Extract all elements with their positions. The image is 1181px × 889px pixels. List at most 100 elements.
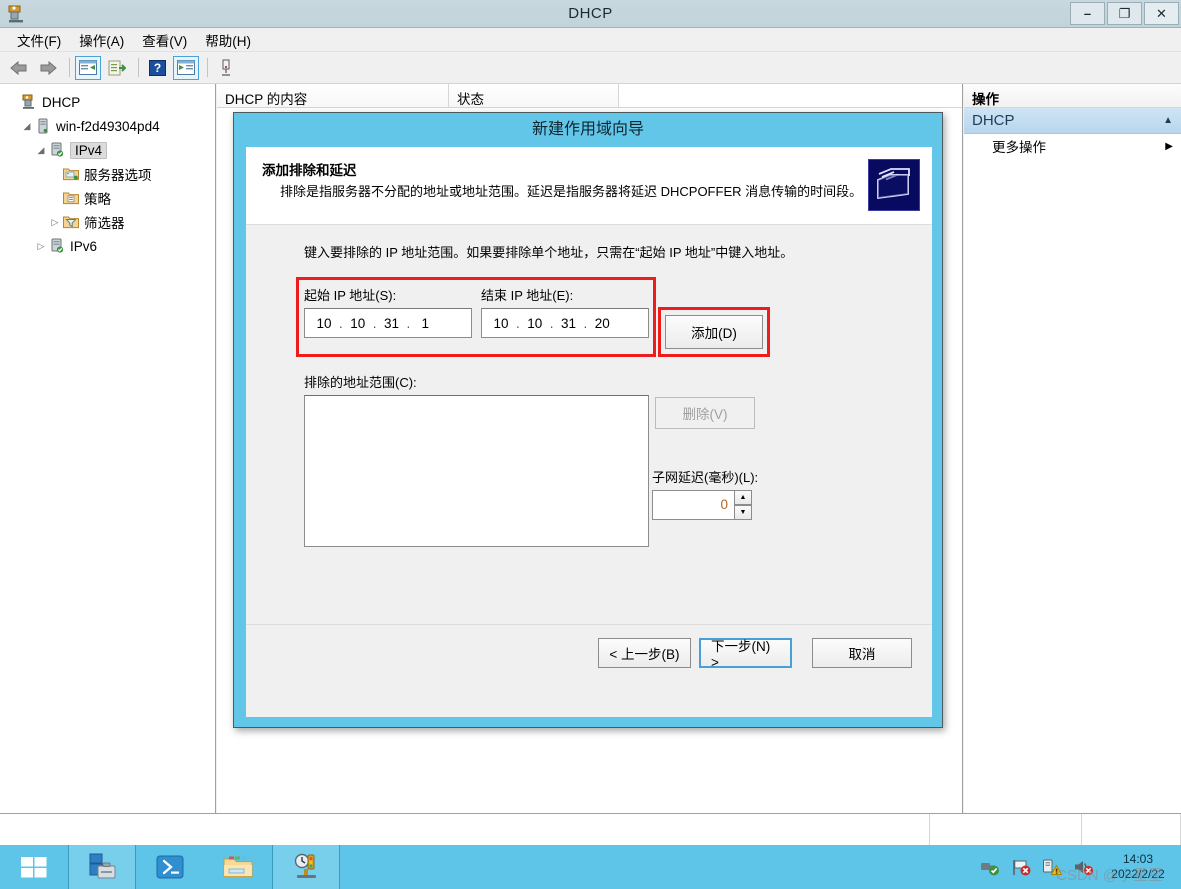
export-list-icon[interactable] [104, 56, 130, 80]
chevron-up-icon[interactable]: ▲ [1163, 115, 1173, 126]
start-ip-label: 起始 IP 地址(S): [304, 288, 397, 303]
tree-twisty[interactable]: ▷ [34, 241, 48, 252]
show-tree-icon[interactable] [75, 55, 101, 80]
taskbar-dhcp[interactable] [272, 845, 340, 889]
column-header-contents[interactable]: DHCP 的内容 [217, 84, 449, 107]
menu-view[interactable]: 查看(V) [133, 27, 196, 53]
tree-item-filters[interactable]: ▷ 筛选器 [4, 210, 215, 234]
subnet-delay-value[interactable]: 0 [652, 490, 734, 520]
taskbar-file-explorer[interactable] [204, 845, 272, 889]
start-ip-input[interactable]: 10 . 10 . 31 . 1 [304, 308, 472, 338]
tree-item-label: win-f2d49304pd4 [56, 118, 160, 134]
toolbar-separator-2 [138, 58, 139, 77]
details-column-headers: DHCP 的内容 状态 [217, 84, 962, 108]
folders-icon [868, 159, 920, 211]
ipv4-icon [48, 141, 66, 159]
start-ip-octet-3[interactable]: 31 [379, 316, 405, 331]
tree-twisty[interactable]: ▷ [48, 217, 62, 228]
menu-action[interactable]: 操作(A) [70, 27, 133, 53]
tree-item-label: 策略 [84, 192, 111, 207]
start-button[interactable] [0, 845, 68, 889]
wizard-body: 添加排除和延迟 排除是指服务器不分配的地址或地址范围。延迟是指服务器将延迟 DH… [246, 147, 932, 717]
excluded-ranges-list[interactable] [304, 395, 649, 547]
menu-file[interactable]: 文件(F) [8, 27, 70, 53]
ip-dot: . [406, 315, 411, 331]
next-button[interactable]: 下一步(N) > [699, 637, 792, 670]
server-options-icon [62, 165, 80, 183]
help-icon[interactable]: ? [144, 56, 170, 80]
stepper-up-icon[interactable]: ▲ [734, 490, 752, 505]
end-ip-group: 结束 IP 地址(E): 10 . 10 . 31 . 20 [481, 285, 649, 338]
delete-button[interactable]: 删除(V) [655, 397, 755, 429]
close-button[interactable]: ✕ [1144, 2, 1179, 25]
forward-icon[interactable] [35, 56, 61, 80]
start-ip-octet-1[interactable]: 10 [311, 316, 337, 331]
tree-item-server[interactable]: ◢ win-f2d49304pd4 [4, 114, 215, 138]
console-tree-pane[interactable]: DHCP ◢ win-f2d49304pd4 ◢ IPv4 服务器选项 策略 ▷… [0, 84, 216, 813]
maximize-button[interactable]: ❐ [1107, 2, 1142, 25]
wizard-content: 键入要排除的 IP 地址范围。如果要排除单个地址，只需在“起始 IP 地址”中键… [246, 225, 932, 680]
window-title: DHCP [568, 5, 613, 22]
wizard-footer: < 上一步(B) 下一步(N) > 取消 [246, 624, 932, 680]
end-ip-octet-3[interactable]: 31 [556, 316, 582, 331]
actions-group-label: DHCP [972, 112, 1015, 129]
ip-dot: . [372, 315, 377, 331]
ipv6-icon [48, 237, 66, 255]
actions-group-dhcp[interactable]: DHCP ▲ [964, 108, 1181, 134]
tree-item-label: 服务器选项 [84, 168, 152, 183]
tree-item-dhcp[interactable]: DHCP [4, 90, 215, 114]
network-connected-icon[interactable] [979, 857, 1001, 877]
toolbar: ? [0, 52, 1181, 84]
subnet-delay-label: 子网延迟(毫秒)(L): [652, 470, 759, 485]
tree-item-policies[interactable]: 策略 [4, 186, 215, 210]
actions-item-more-actions[interactable]: 更多操作 ▶ [964, 134, 1181, 158]
end-ip-octet-4[interactable]: 20 [589, 316, 615, 331]
subnet-delay-group: 子网延迟(毫秒)(L): 0 ▲ ▼ [652, 467, 758, 520]
start-ip-octet-4[interactable]: 1 [412, 316, 438, 331]
tree-twisty[interactable]: ◢ [34, 145, 48, 156]
refresh-server-icon[interactable] [213, 56, 239, 80]
taskbar: 14:03 2022/2/22 CSDN @小星星 [0, 845, 1181, 889]
excluded-ranges-label: 排除的地址范围(C): [304, 375, 417, 390]
end-ip-label: 结束 IP 地址(E): [481, 288, 574, 303]
volume-muted-icon[interactable] [1072, 857, 1094, 877]
tree-item-label: DHCP [42, 94, 81, 110]
status-segment-right [1082, 814, 1181, 845]
new-scope-wizard-dialog[interactable]: 新建作用域向导 添加排除和延迟 排除是指服务器不分配的地址或地址范围。延迟是指服… [233, 112, 943, 728]
start-ip-group: 起始 IP 地址(S): 10 . 10 . 31 . 1 [304, 285, 472, 338]
filter-icon [62, 213, 80, 231]
tree-item-ipv6[interactable]: ▷ IPv6 [4, 234, 215, 258]
window-titlebar[interactable]: DHCP – ❐ ✕ [0, 0, 1181, 28]
taskbar-server-manager[interactable] [68, 845, 136, 889]
policy-icon [62, 189, 80, 207]
cancel-button[interactable]: 取消 [812, 637, 912, 668]
column-header-status[interactable]: 状态 [449, 84, 619, 107]
ip-dot: . [339, 315, 343, 331]
network-warning-icon[interactable] [1041, 857, 1063, 877]
end-ip-input[interactable]: 10 . 10 . 31 . 20 [481, 308, 649, 338]
show-action-pane-icon[interactable] [173, 55, 199, 80]
taskbar-powershell[interactable] [136, 845, 204, 889]
back-icon[interactable] [6, 56, 32, 80]
end-ip-octet-2[interactable]: 10 [522, 316, 548, 331]
add-button[interactable]: 添加(D) [665, 315, 763, 349]
menu-help[interactable]: 帮助(H) [196, 27, 260, 53]
end-ip-octet-1[interactable]: 10 [488, 316, 514, 331]
tree-twisty[interactable]: ◢ [20, 121, 34, 132]
flag-error-icon[interactable] [1010, 857, 1032, 877]
menu-bar: 文件(F) 操作(A) 查看(V) 帮助(H) [0, 28, 1181, 52]
system-tray: 14:03 2022/2/22 [979, 845, 1173, 889]
actions-pane[interactable]: 操作 DHCP ▲ 更多操作 ▶ [964, 84, 1181, 813]
tree-item-ipv4[interactable]: ◢ IPv4 [4, 138, 215, 162]
taskbar-clock[interactable]: 14:03 2022/2/22 [1103, 852, 1173, 882]
start-ip-octet-2[interactable]: 10 [345, 316, 371, 331]
tree-item-label: IPv6 [70, 238, 98, 254]
minimize-button[interactable]: – [1070, 2, 1105, 25]
clock-date: 2022/2/22 [1111, 867, 1165, 881]
tree-item-server-options[interactable]: 服务器选项 [4, 162, 215, 186]
stepper-down-icon[interactable]: ▼ [734, 505, 752, 520]
tree-item-label: IPv4 [70, 141, 108, 159]
back-button[interactable]: < 上一步(B) [598, 637, 691, 668]
svg-text:?: ? [153, 61, 160, 75]
subnet-delay-stepper[interactable]: 0 ▲ ▼ [652, 490, 752, 520]
